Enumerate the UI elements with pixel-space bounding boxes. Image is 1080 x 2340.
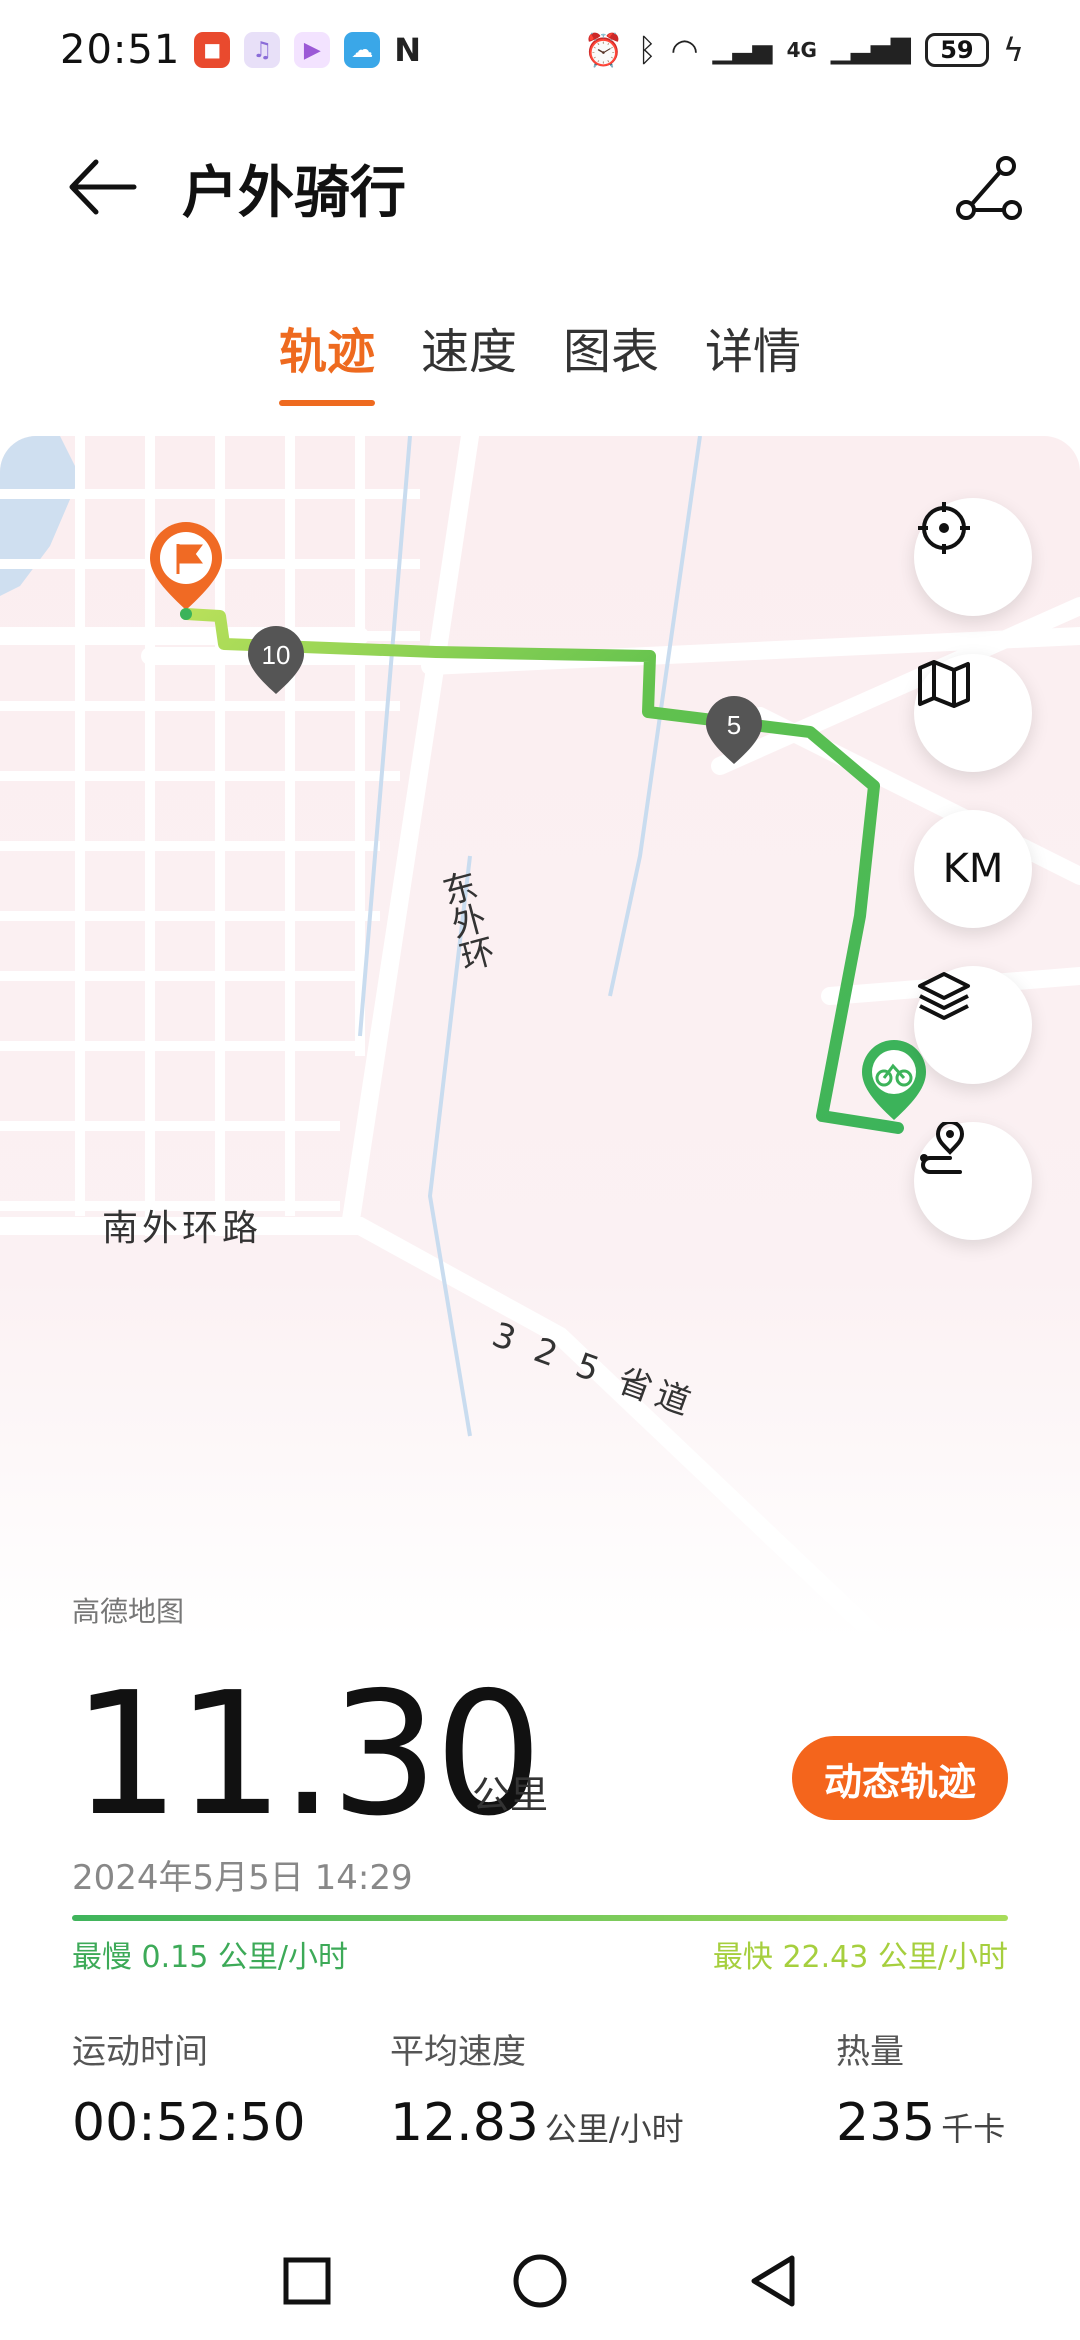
stat-avg-speed-unit: 公里/小时 [544, 2110, 684, 2148]
status-time: 20:51 [60, 27, 181, 73]
app-bar: 户外骑行 [0, 130, 1080, 240]
nfc-icon: N [394, 31, 422, 69]
notification-app-icon: ◼ [194, 32, 231, 68]
share-button[interactable] [952, 152, 1024, 224]
network-type: 4G [786, 38, 817, 62]
layers-icon [918, 972, 970, 1020]
recents-button[interactable] [272, 2246, 342, 2316]
speed-gradient-bar [72, 1915, 1008, 1921]
crosshair-icon [918, 502, 970, 554]
stat-avg-speed-number: 12.83 [390, 2093, 539, 2153]
stat-calories-label: 热量 [836, 2032, 904, 2072]
triangle-back-icon [751, 2255, 795, 2307]
tab-bar: 轨迹 速度 图表 详情 [0, 312, 1080, 406]
stat-duration-number: 00:52:50 [72, 2093, 306, 2153]
label-south-ring-road: 南外环路 [102, 1208, 262, 1249]
system-nav-bar [0, 2220, 1080, 2340]
share-icon [956, 156, 1022, 220]
map-type-button[interactable] [914, 654, 1032, 772]
music-icon: ♫ [244, 32, 281, 68]
circle-icon [513, 2254, 567, 2308]
slowest-speed: 最慢 0.15 公里/小时 [72, 1940, 348, 1975]
km-toggle-button[interactable]: KM [914, 810, 1032, 928]
route-map[interactable]: 10 5 南外环路 3 2 5 省道 东外环 KM [0, 436, 1080, 1640]
signal-icon-2: ▁▃▅▇ [830, 35, 911, 65]
stat-calories: 热量 235 千卡 [836, 2024, 1005, 2153]
tab-track[interactable]: 轨迹 [279, 312, 375, 406]
route-replay-button[interactable] [914, 1122, 1032, 1240]
video-icon: ▶ [294, 32, 331, 68]
distance-value: 11.30 [72, 1656, 543, 1854]
status-bar-right: ⏰ ᛒ ◠ ▁▃▅ 4G ▁▃▅▇ 59 ϟ [584, 31, 1024, 69]
cloud-icon: ☁ [344, 32, 381, 68]
square-icon [283, 2257, 331, 2305]
stat-avg-speed: 平均速度 12.83 公里/小时 [390, 2024, 684, 2153]
back-button[interactable] [62, 152, 142, 222]
stat-calories-value: 235 千卡 [836, 2093, 1005, 2153]
page-title: 户外骑行 [182, 161, 406, 226]
battery-indicator: 59 [924, 33, 989, 67]
map-credit: 高德地图 [72, 1595, 185, 1628]
wifi-icon: ◠ [670, 31, 699, 69]
km-marker-10-label: 10 [262, 640, 291, 670]
dynamic-track-button[interactable]: 动态轨迹 [792, 1736, 1008, 1820]
bluetooth-icon: ᛒ [637, 31, 657, 69]
alarm-icon: ⏰ [583, 31, 624, 69]
locate-button[interactable] [914, 498, 1032, 616]
arrow-left-icon [69, 159, 137, 215]
stat-duration-label: 运动时间 [72, 2032, 208, 2072]
fastest-speed: 最快 22.43 公里/小时 [712, 1940, 1008, 1975]
distance-unit: 公里 [472, 1773, 549, 1817]
route-pin-icon [920, 1122, 965, 1174]
km-marker-5-label: 5 [727, 710, 741, 740]
stat-calories-unit: 千卡 [941, 2110, 1006, 2148]
km-toggle-label: KM [942, 846, 1004, 892]
stat-avg-speed-value: 12.83 公里/小时 [390, 2093, 684, 2153]
home-button[interactable] [505, 2246, 575, 2316]
tab-chart[interactable]: 图表 [563, 312, 659, 406]
back-nav-button[interactable] [738, 2246, 808, 2316]
charging-icon: ϟ [1002, 31, 1024, 69]
map-icon [918, 660, 970, 708]
stat-avg-speed-label: 平均速度 [390, 2032, 526, 2072]
tab-details[interactable]: 详情 [705, 312, 801, 406]
status-bar: 20:51 ◼ ♫ ▶ ☁ N ⏰ ᛒ ◠ ▁▃▅ 4G ▁▃▅▇ 59 ϟ [0, 0, 1080, 100]
layers-button[interactable] [914, 966, 1032, 1084]
status-bar-left: 20:51 ◼ ♫ ▶ ☁ N [60, 27, 421, 73]
stat-duration: 运动时间 00:52:50 [72, 2024, 306, 2153]
workout-date: 2024年5月5日 14:29 [72, 1858, 413, 1898]
stat-calories-number: 235 [836, 2093, 936, 2153]
tab-speed[interactable]: 速度 [421, 312, 517, 406]
stat-duration-value: 00:52:50 [72, 2093, 306, 2153]
signal-icon: ▁▃▅ [712, 35, 773, 65]
